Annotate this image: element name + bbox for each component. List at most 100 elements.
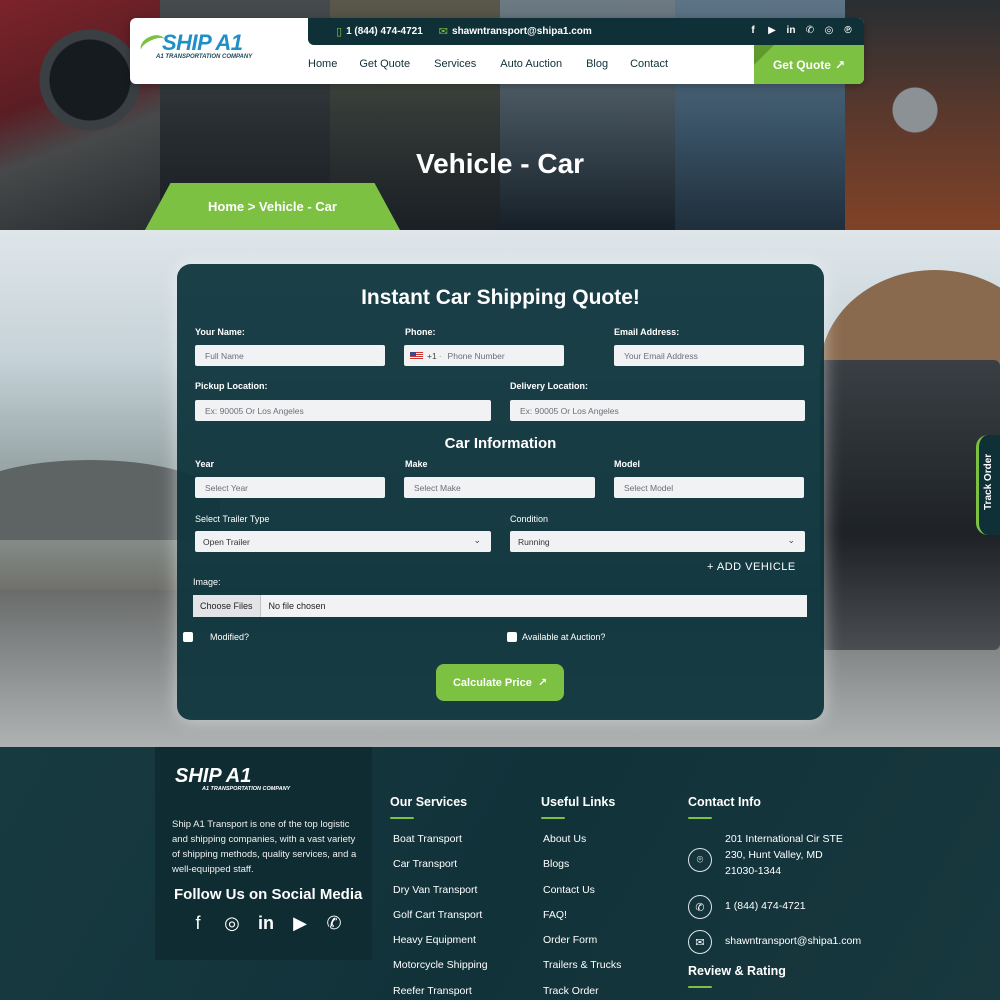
services-list: Boat Transport Car Transport Dry Van Tra… bbox=[393, 833, 488, 1000]
nav-get-quote[interactable]: Get Quote bbox=[359, 58, 434, 70]
links-heading: Useful Links bbox=[541, 795, 615, 819]
services-heading-text: Our Services bbox=[390, 795, 468, 809]
quote-form: Instant Car Shipping Quote! Your Name: F… bbox=[177, 264, 824, 720]
footer-service-link[interactable]: Motorcycle Shipping bbox=[393, 959, 488, 984]
car-info-heading: Car Information bbox=[444, 435, 557, 452]
useful-links-list: About Us Blogs Contact Us FAQ! Order For… bbox=[543, 833, 621, 1000]
auction-label: Available at Auction? bbox=[522, 632, 606, 642]
header-phone-text: 1 (844) 474-4721 bbox=[346, 26, 423, 37]
location-pin-icon: ⌾ bbox=[688, 848, 712, 872]
footer-service-link[interactable]: Car Transport bbox=[393, 858, 488, 883]
heading-underline bbox=[390, 817, 414, 819]
modified-checkbox[interactable] bbox=[183, 632, 193, 642]
choose-files-button[interactable]: Choose Files bbox=[193, 595, 261, 617]
contact-email[interactable]: shawntransport@shipa1.com bbox=[725, 933, 861, 949]
whatsapp-icon[interactable]: ✆ bbox=[804, 24, 816, 36]
footer-logo-brand: SHIP A1 bbox=[175, 765, 252, 787]
links-heading-text: Useful Links bbox=[541, 795, 616, 809]
model-label: Model bbox=[614, 459, 640, 469]
phone-input[interactable]: +1 · Phone Number bbox=[404, 345, 564, 366]
instagram-icon[interactable]: ◎ bbox=[222, 913, 242, 933]
footer-useful-link[interactable]: Track Order bbox=[543, 985, 621, 1000]
nav-blog[interactable]: Blog bbox=[586, 58, 630, 70]
pickup-input[interactable]: Ex: 90005 Or Los Angeles bbox=[195, 400, 491, 421]
footer-socials: f ◎ in ▶ ✆ bbox=[188, 913, 344, 933]
youtube-icon[interactable]: ▶ bbox=[766, 24, 778, 36]
nav-auto-auction[interactable]: Auto Auction bbox=[500, 58, 586, 70]
linkedin-icon[interactable]: in bbox=[785, 24, 797, 36]
mail-icon: ✉ bbox=[438, 26, 449, 38]
modified-label: Modified? bbox=[210, 632, 250, 642]
footer-service-link[interactable]: Reefer Transport bbox=[393, 985, 488, 1000]
footer-about-panel: SHIP A1 A1 TRANSPORTATION COMPANY Ship A… bbox=[155, 747, 372, 960]
get-quote-label: Get Quote bbox=[772, 57, 831, 72]
review-heading-text: Review & Rating bbox=[688, 964, 786, 978]
footer-service-link[interactable]: Boat Transport bbox=[393, 833, 488, 858]
model-select[interactable]: Select Model bbox=[614, 477, 804, 498]
pinterest-icon[interactable]: ℗ bbox=[842, 24, 854, 36]
footer-useful-link[interactable]: Blogs bbox=[543, 858, 621, 883]
footer-useful-link[interactable]: FAQ! bbox=[543, 909, 621, 934]
condition-value: Running bbox=[518, 536, 550, 547]
trailer-value: Open Trailer bbox=[203, 536, 250, 547]
calculate-price-button[interactable]: Calculate Price ↗ bbox=[436, 664, 564, 701]
top-contact-bar: ▯ 1 (844) 474-4721 ✉ shawntransport@ship… bbox=[308, 18, 864, 45]
year-label: Year bbox=[195, 459, 215, 469]
main-nav: Home Get Quote Services Auto Auction Blo… bbox=[308, 58, 681, 70]
trailer-select[interactable]: Open Trailer ⌄ bbox=[195, 531, 491, 552]
whatsapp-icon[interactable]: ✆ bbox=[324, 913, 344, 933]
footer-service-link[interactable]: Golf Cart Transport bbox=[393, 909, 488, 934]
linkedin-icon[interactable]: in bbox=[256, 913, 276, 933]
footer-service-link[interactable]: Dry Van Transport bbox=[393, 884, 488, 909]
track-order-tab[interactable]: Track Order bbox=[976, 435, 1000, 535]
dropdown-dot-icon: · bbox=[438, 350, 442, 361]
address-line: 201 International Cir STE bbox=[725, 833, 843, 845]
site-footer: SHIP A1 A1 TRANSPORTATION COMPANY Ship A… bbox=[0, 747, 1000, 1000]
facebook-icon[interactable]: f bbox=[188, 913, 208, 933]
header-email[interactable]: ✉ shawntransport@shipa1.com bbox=[439, 25, 592, 38]
breadcrumb[interactable]: Home > Vehicle - Car bbox=[145, 183, 400, 230]
nav-home[interactable]: Home bbox=[308, 58, 359, 70]
nav-contact[interactable]: Contact bbox=[630, 58, 681, 70]
phone-placeholder: Phone Number bbox=[447, 350, 505, 361]
footer-service-link[interactable]: Heavy Equipment bbox=[393, 934, 488, 959]
footer-useful-link[interactable]: About Us bbox=[543, 833, 621, 858]
year-select[interactable]: Select Year bbox=[195, 477, 385, 498]
address-line: 230, Hunt Valley, MD bbox=[725, 849, 823, 861]
youtube-icon[interactable]: ▶ bbox=[290, 913, 310, 933]
logo[interactable]: SHIP A1 A1 TRANSPORTATION COMPANY bbox=[137, 30, 284, 72]
review-heading: Review & Rating bbox=[688, 964, 786, 988]
email-input[interactable]: Your Email Address bbox=[614, 345, 804, 366]
facebook-icon[interactable]: f bbox=[747, 24, 759, 36]
add-vehicle-button[interactable]: + ADD VEHICLE bbox=[707, 561, 796, 573]
corner-accent bbox=[754, 45, 774, 65]
contact-address: 201 International Cir STE 230, Hunt Vall… bbox=[725, 831, 843, 879]
get-quote-button[interactable]: Get Quote ↗ bbox=[754, 45, 864, 84]
delivery-input[interactable]: Ex: 90005 Or Los Angeles bbox=[510, 400, 805, 421]
follow-heading: Follow Us on Social Media bbox=[174, 886, 363, 903]
heading-underline bbox=[541, 817, 565, 819]
auction-checkbox[interactable] bbox=[507, 632, 517, 642]
pickup-label: Pickup Location: bbox=[195, 381, 268, 391]
phone-label: Phone: bbox=[405, 327, 436, 337]
header-phone[interactable]: ▯ 1 (844) 474-4721 bbox=[336, 25, 423, 38]
footer-logo[interactable]: SHIP A1 A1 TRANSPORTATION COMPANY bbox=[175, 765, 290, 792]
nav-services[interactable]: Services bbox=[434, 58, 500, 70]
footer-useful-link[interactable]: Order Form bbox=[543, 934, 621, 959]
arrow-up-right-icon: ↗ bbox=[834, 57, 846, 72]
us-flag-icon[interactable] bbox=[410, 351, 423, 360]
image-file-input[interactable]: Choose Files No file chosen bbox=[193, 595, 807, 617]
logo-tagline: A1 TRANSPORTATION COMPANY bbox=[156, 54, 253, 60]
name-input[interactable]: Full Name bbox=[195, 345, 385, 366]
instagram-icon[interactable]: ◎ bbox=[823, 24, 835, 36]
make-select[interactable]: Select Make bbox=[404, 477, 595, 498]
heading-underline bbox=[688, 986, 712, 988]
condition-select[interactable]: Running ⌄ bbox=[510, 531, 805, 552]
footer-useful-link[interactable]: Trailers & Trucks bbox=[543, 959, 621, 984]
email-label: Email Address: bbox=[614, 327, 680, 337]
footer-useful-link[interactable]: Contact Us bbox=[543, 884, 621, 909]
phone-country-code[interactable]: +1 bbox=[427, 351, 437, 361]
track-order-label: Track Order bbox=[983, 453, 994, 510]
services-heading: Our Services bbox=[390, 795, 467, 819]
contact-phone[interactable]: 1 (844) 474-4721 bbox=[725, 898, 806, 914]
